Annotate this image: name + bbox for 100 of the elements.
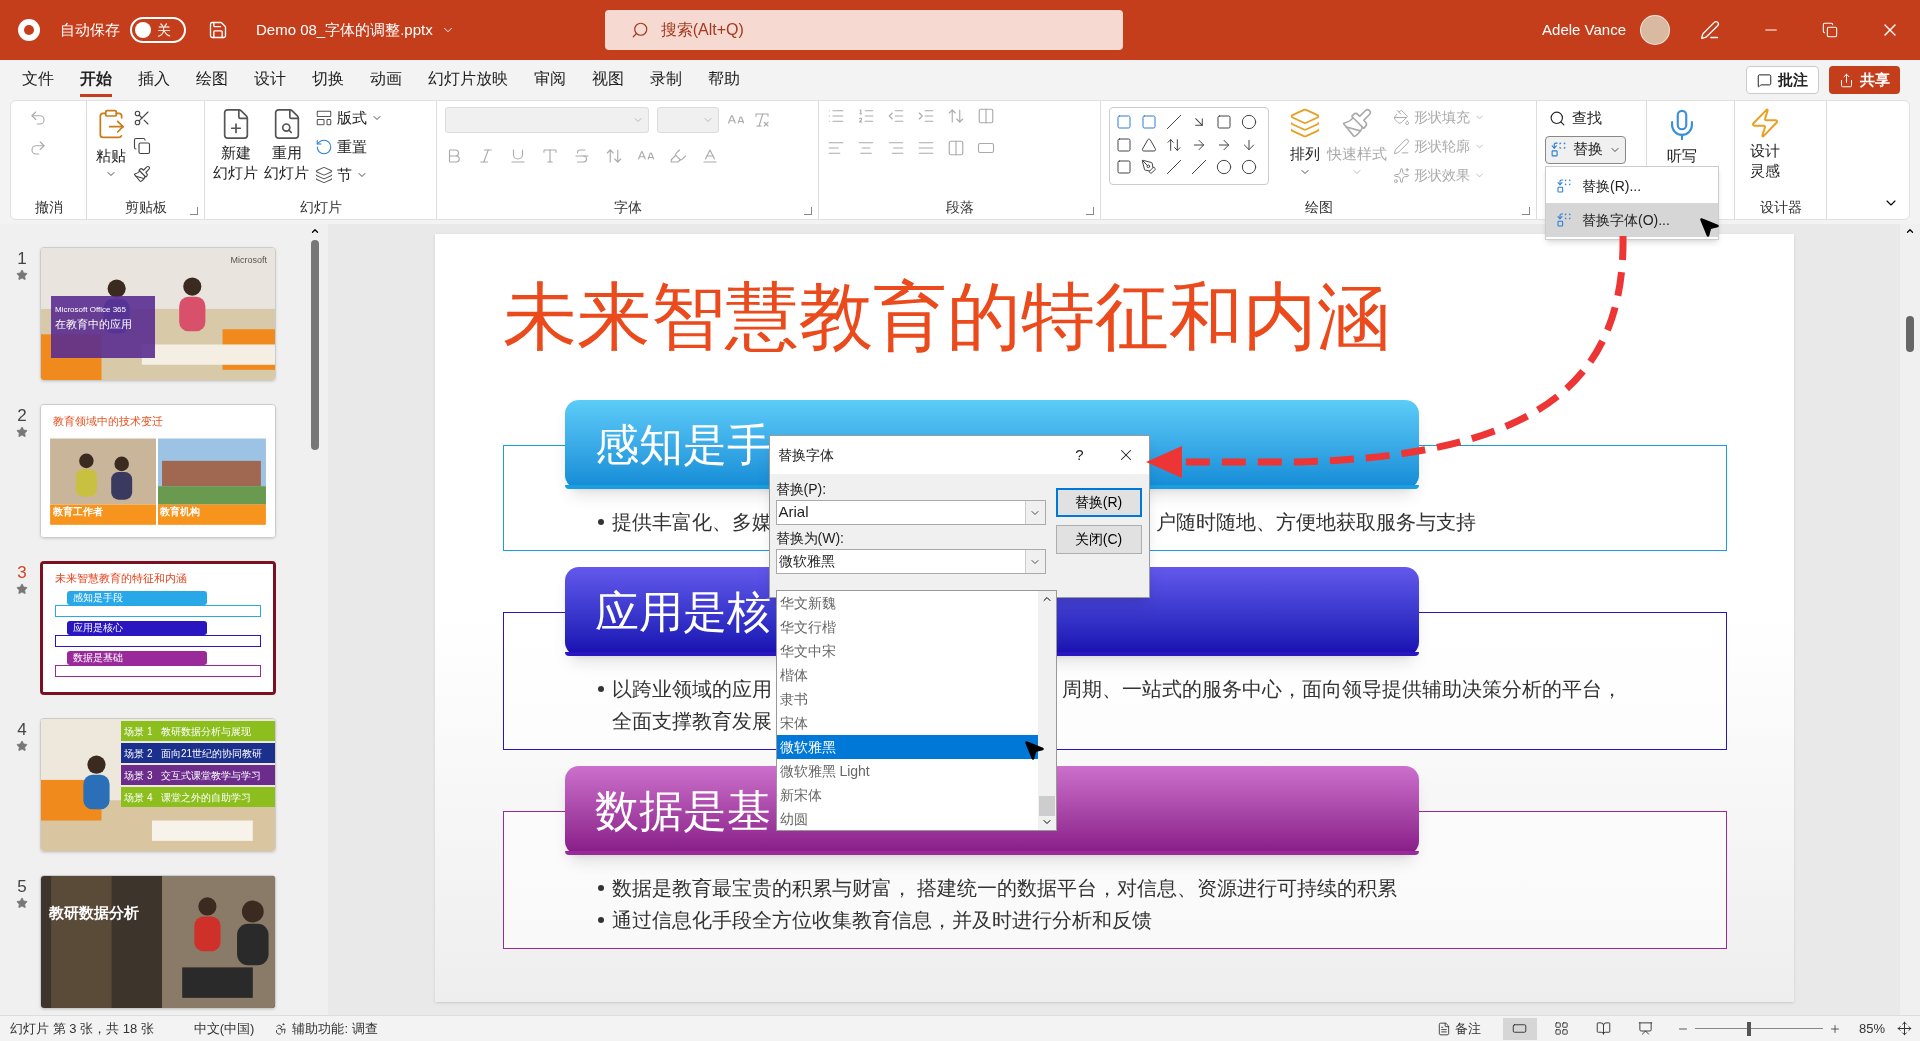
undo-icon[interactable] bbox=[29, 109, 47, 127]
cut-icon[interactable] bbox=[133, 109, 151, 127]
dialog-launcher-icon[interactable] bbox=[1086, 207, 1094, 215]
dialog-launcher-icon[interactable] bbox=[190, 207, 198, 215]
menu-tab[interactable]: 录制 bbox=[650, 63, 682, 97]
dialog-button[interactable]: 关闭(C) bbox=[1055, 525, 1142, 554]
text-box-icon[interactable] bbox=[1116, 114, 1132, 130]
highlighter-icon[interactable] bbox=[669, 147, 687, 165]
language-status[interactable]: 中文(中国) bbox=[193, 1018, 255, 1039]
rounded-rectangle-icon[interactable] bbox=[1116, 136, 1132, 153]
slide-scrollbar[interactable] bbox=[1900, 224, 1920, 1015]
scroll-thumb[interactable] bbox=[1038, 796, 1055, 816]
replace-font-field[interactable]: Arial bbox=[775, 500, 1046, 525]
spacing-icon[interactable] bbox=[605, 147, 623, 165]
pen-icon[interactable] bbox=[1700, 20, 1720, 40]
designer-button[interactable]: 设计 灵感 bbox=[1749, 107, 1781, 181]
file-name-button[interactable]: Demo 08_字体的调整.pptx bbox=[256, 18, 455, 42]
menu-tab[interactable]: 绘图 bbox=[196, 63, 228, 97]
scroll-thumb[interactable] bbox=[311, 240, 319, 450]
autosave-toggle[interactable]: 关 bbox=[130, 17, 186, 43]
zoom-percent[interactable]: 85% bbox=[1858, 1018, 1885, 1039]
font-size-field[interactable] bbox=[657, 107, 719, 133]
underline-icon[interactable] bbox=[509, 147, 527, 165]
menu-tab[interactable]: 视图 bbox=[592, 63, 624, 97]
decrease-indent-icon[interactable] bbox=[887, 107, 905, 125]
strikethrough-icon[interactable] bbox=[573, 147, 591, 165]
dialog-launcher-icon[interactable] bbox=[804, 207, 812, 215]
line-icon[interactable] bbox=[1166, 114, 1182, 130]
comments-button[interactable]: 批注 bbox=[1746, 66, 1819, 94]
view-button[interactable] bbox=[1502, 1017, 1537, 1040]
search-field[interactable]: 搜索(Alt+Q) bbox=[604, 10, 1123, 50]
notes-button[interactable]: 备注 bbox=[1436, 1018, 1481, 1039]
clear-formatting-icon[interactable] bbox=[753, 111, 771, 129]
menu-tab[interactable]: 插入 bbox=[138, 63, 170, 97]
accessibility-button[interactable]: 辅助功能: 调查 bbox=[274, 1018, 378, 1039]
zoom-slider[interactable] bbox=[1694, 1021, 1823, 1036]
increase-indent-icon[interactable] bbox=[917, 107, 935, 125]
reuse-slides-button[interactable]: 重用 幻灯片 bbox=[264, 107, 309, 183]
slide-thumbnail[interactable]: 教育领域中的技术变迁 教育工作者 教育机构 bbox=[40, 404, 276, 538]
menu-tab[interactable]: 动画 bbox=[370, 63, 402, 97]
menu-tab[interactable]: 切换 bbox=[312, 63, 344, 97]
paste-button[interactable]: 粘贴 bbox=[95, 107, 127, 180]
section-button[interactable]: 节 bbox=[315, 164, 383, 187]
menu-tab[interactable]: 帮助 bbox=[708, 63, 740, 97]
menu-tab[interactable]: 审阅 bbox=[534, 63, 566, 97]
menu-item[interactable]: 替换字体(O)... bbox=[1546, 203, 1718, 237]
scrollbar[interactable] bbox=[1037, 591, 1056, 830]
restore-icon[interactable] bbox=[1822, 22, 1838, 38]
oval-icon[interactable] bbox=[1241, 114, 1257, 130]
font-option[interactable]: 楷体 bbox=[776, 663, 1038, 687]
copy-icon[interactable] bbox=[133, 137, 151, 155]
numbering-icon[interactable] bbox=[857, 107, 875, 125]
align-left-icon[interactable] bbox=[827, 139, 845, 157]
font-option[interactable]: 微软雅黑 bbox=[776, 735, 1038, 759]
scroll-thumb[interactable] bbox=[1906, 316, 1914, 352]
slide-thumbnail[interactable]: 场景 1 教研数据分析与展现 场景 2 面向21世纪的协同教研 场景 3 交互式课堂教学与学习 场景 4 课堂之外的自助学习 bbox=[40, 718, 276, 852]
new-slide-button[interactable]: 新建 幻灯片 bbox=[213, 107, 258, 183]
arrange-button[interactable]: 排列 bbox=[1289, 107, 1321, 178]
zoom-thumb[interactable] bbox=[1746, 1021, 1751, 1036]
slide-thumbnail[interactable]: 未来智慧教育的特征和内涵 感知是手段 应用是核心 数据是基础 bbox=[40, 561, 276, 695]
align-center-icon[interactable] bbox=[857, 139, 875, 157]
share-button[interactable]: 共享 bbox=[1829, 66, 1900, 94]
menu-tab[interactable]: 开始 bbox=[80, 63, 112, 97]
fit-to-window-icon[interactable] bbox=[1897, 1021, 1912, 1036]
menu-tab[interactable]: 设计 bbox=[254, 63, 286, 97]
text-direction-icon[interactable] bbox=[977, 107, 995, 125]
help-button[interactable]: ? bbox=[1064, 443, 1095, 467]
format-painter-icon[interactable] bbox=[133, 165, 151, 183]
font-option[interactable]: 隶书 bbox=[776, 687, 1038, 711]
font-option[interactable]: 华文新魏 bbox=[776, 591, 1038, 615]
align-right-icon[interactable] bbox=[887, 139, 905, 157]
redo-icon[interactable] bbox=[29, 139, 47, 157]
menu-item[interactable]: 替换(R)... bbox=[1546, 169, 1718, 203]
text-box-icon[interactable] bbox=[1141, 114, 1157, 130]
columns-icon[interactable] bbox=[947, 139, 965, 157]
menu-tab[interactable]: 幻灯片放映 bbox=[428, 63, 508, 97]
slide-thumbnail[interactable]: Microsoft Microsoft Office 365 在教育中的应用 bbox=[40, 247, 276, 381]
find-button[interactable]: 查找 bbox=[1545, 107, 1626, 130]
reset-button[interactable]: 重置 bbox=[315, 135, 383, 158]
save-icon[interactable] bbox=[208, 20, 228, 40]
dialog-launcher-icon[interactable] bbox=[1522, 207, 1530, 215]
bullets-icon[interactable] bbox=[827, 107, 845, 125]
justify-icon[interactable] bbox=[917, 139, 935, 157]
slide-thumbnail[interactable]: 教研数据分析 bbox=[40, 875, 276, 1009]
font-option[interactable]: 宋体 bbox=[776, 711, 1038, 735]
shapes-gallery[interactable] bbox=[1109, 107, 1269, 185]
replace-button[interactable]: 替换 bbox=[1545, 135, 1626, 164]
line-spacing-icon[interactable] bbox=[947, 107, 965, 125]
layout-button[interactable]: 版式 bbox=[315, 107, 383, 130]
menu-tab[interactable]: 文件 bbox=[22, 63, 54, 97]
zoom-in-icon[interactable] bbox=[1828, 1022, 1841, 1035]
font-option[interactable]: 新宋体 bbox=[776, 783, 1038, 807]
font-option[interactable]: 华文行楷 bbox=[776, 615, 1038, 639]
dialog-button[interactable]: 替换(R) bbox=[1055, 488, 1142, 517]
font-option[interactable]: 幼圆 bbox=[776, 807, 1038, 831]
font-name-field[interactable] bbox=[445, 107, 649, 133]
italic-icon[interactable] bbox=[477, 147, 495, 165]
font-color-icon[interactable] bbox=[701, 147, 719, 165]
rectangle-icon[interactable] bbox=[1216, 114, 1232, 130]
avatar[interactable] bbox=[1640, 15, 1670, 45]
